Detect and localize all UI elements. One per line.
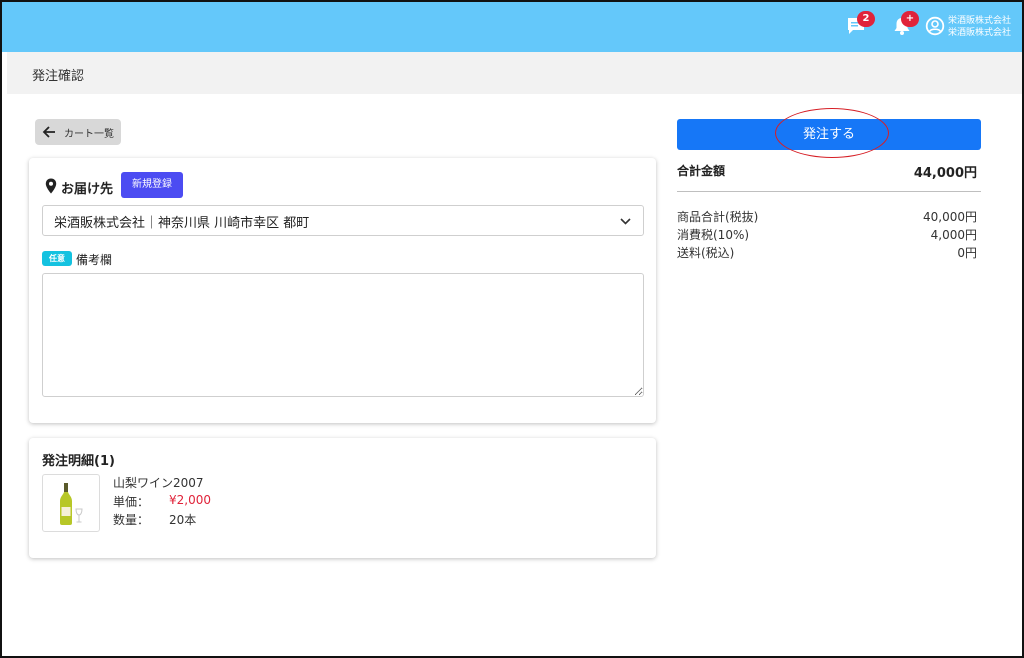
delivery-card: お届け先 新規登録 栄酒販株式会社｜神奈川県 川崎市幸区 都町 任意 備考欄 (29, 158, 656, 423)
delivery-address-select[interactable]: 栄酒販株式会社｜神奈川県 川崎市幸区 都町 (42, 205, 644, 236)
total-label: 合計金額 (677, 164, 726, 178)
map-pin-icon (45, 178, 57, 194)
page-title-bar: 発注確認 (7, 52, 1022, 94)
selected-address: 栄酒販株式会社｜神奈川県 川崎市幸区 都町 (54, 216, 310, 231)
remarks-label: 備考欄 (76, 253, 113, 267)
unit-price-label: 単価： (113, 495, 150, 509)
order-details-card: 発注明細(1) 山梨ワイン2007 単価： ¥2,000 数量： 20本 (29, 438, 656, 558)
optional-badge: 任意 (42, 251, 72, 266)
place-order-button[interactable]: 発注する (677, 119, 981, 150)
company-line-2: 栄酒販株式会社 (948, 28, 1012, 38)
chevron-down-icon (620, 218, 631, 225)
back-button-label: カート一覧 (64, 129, 114, 140)
remarks-textarea[interactable] (42, 273, 644, 397)
product-thumbnail[interactable] (42, 474, 100, 532)
chat-badge: 2 (857, 11, 875, 27)
back-to-cart-button[interactable]: カート一覧 (35, 119, 121, 145)
new-registration-button[interactable]: 新規登録 (121, 172, 183, 198)
product-name: 山梨ワイン2007 (113, 476, 204, 490)
subtotal-value: 40,000円 (923, 210, 977, 224)
arrow-left-icon (42, 126, 55, 138)
company-line-1: 栄酒販株式会社 (948, 16, 1012, 26)
summary-divider (677, 191, 981, 192)
bell-badge: + (901, 11, 919, 27)
unit-price-value: ¥2,000 (169, 493, 211, 507)
page-title: 発注確認 (32, 69, 85, 84)
quantity-value: 20本 (169, 513, 197, 527)
tax-label: 消費税(10%) (677, 228, 750, 242)
shipping-label: 送料(税込) (677, 246, 735, 260)
quantity-label: 数量： (113, 513, 150, 527)
user-circle-icon[interactable] (925, 16, 945, 36)
shipping-value: 0円 (957, 246, 977, 260)
subtotal-label: 商品合計(税抜) (677, 210, 759, 224)
delivery-label: お届け先 (61, 182, 114, 197)
total-value: 44,000円 (913, 166, 977, 181)
tax-value: 4,000円 (930, 228, 977, 242)
top-header: 2 + 栄酒販株式会社 栄酒販株式会社 (2, 2, 1022, 52)
order-details-title: 発注明細(1) (42, 454, 115, 469)
wine-bottle-image (60, 483, 83, 525)
company-name[interactable]: 栄酒販株式会社 栄酒販株式会社 (948, 15, 1011, 39)
app-frame: 2 + 栄酒販株式会社 栄酒販株式会社 発注確認 カート一覧 お届け先 新規登録… (0, 0, 1024, 658)
